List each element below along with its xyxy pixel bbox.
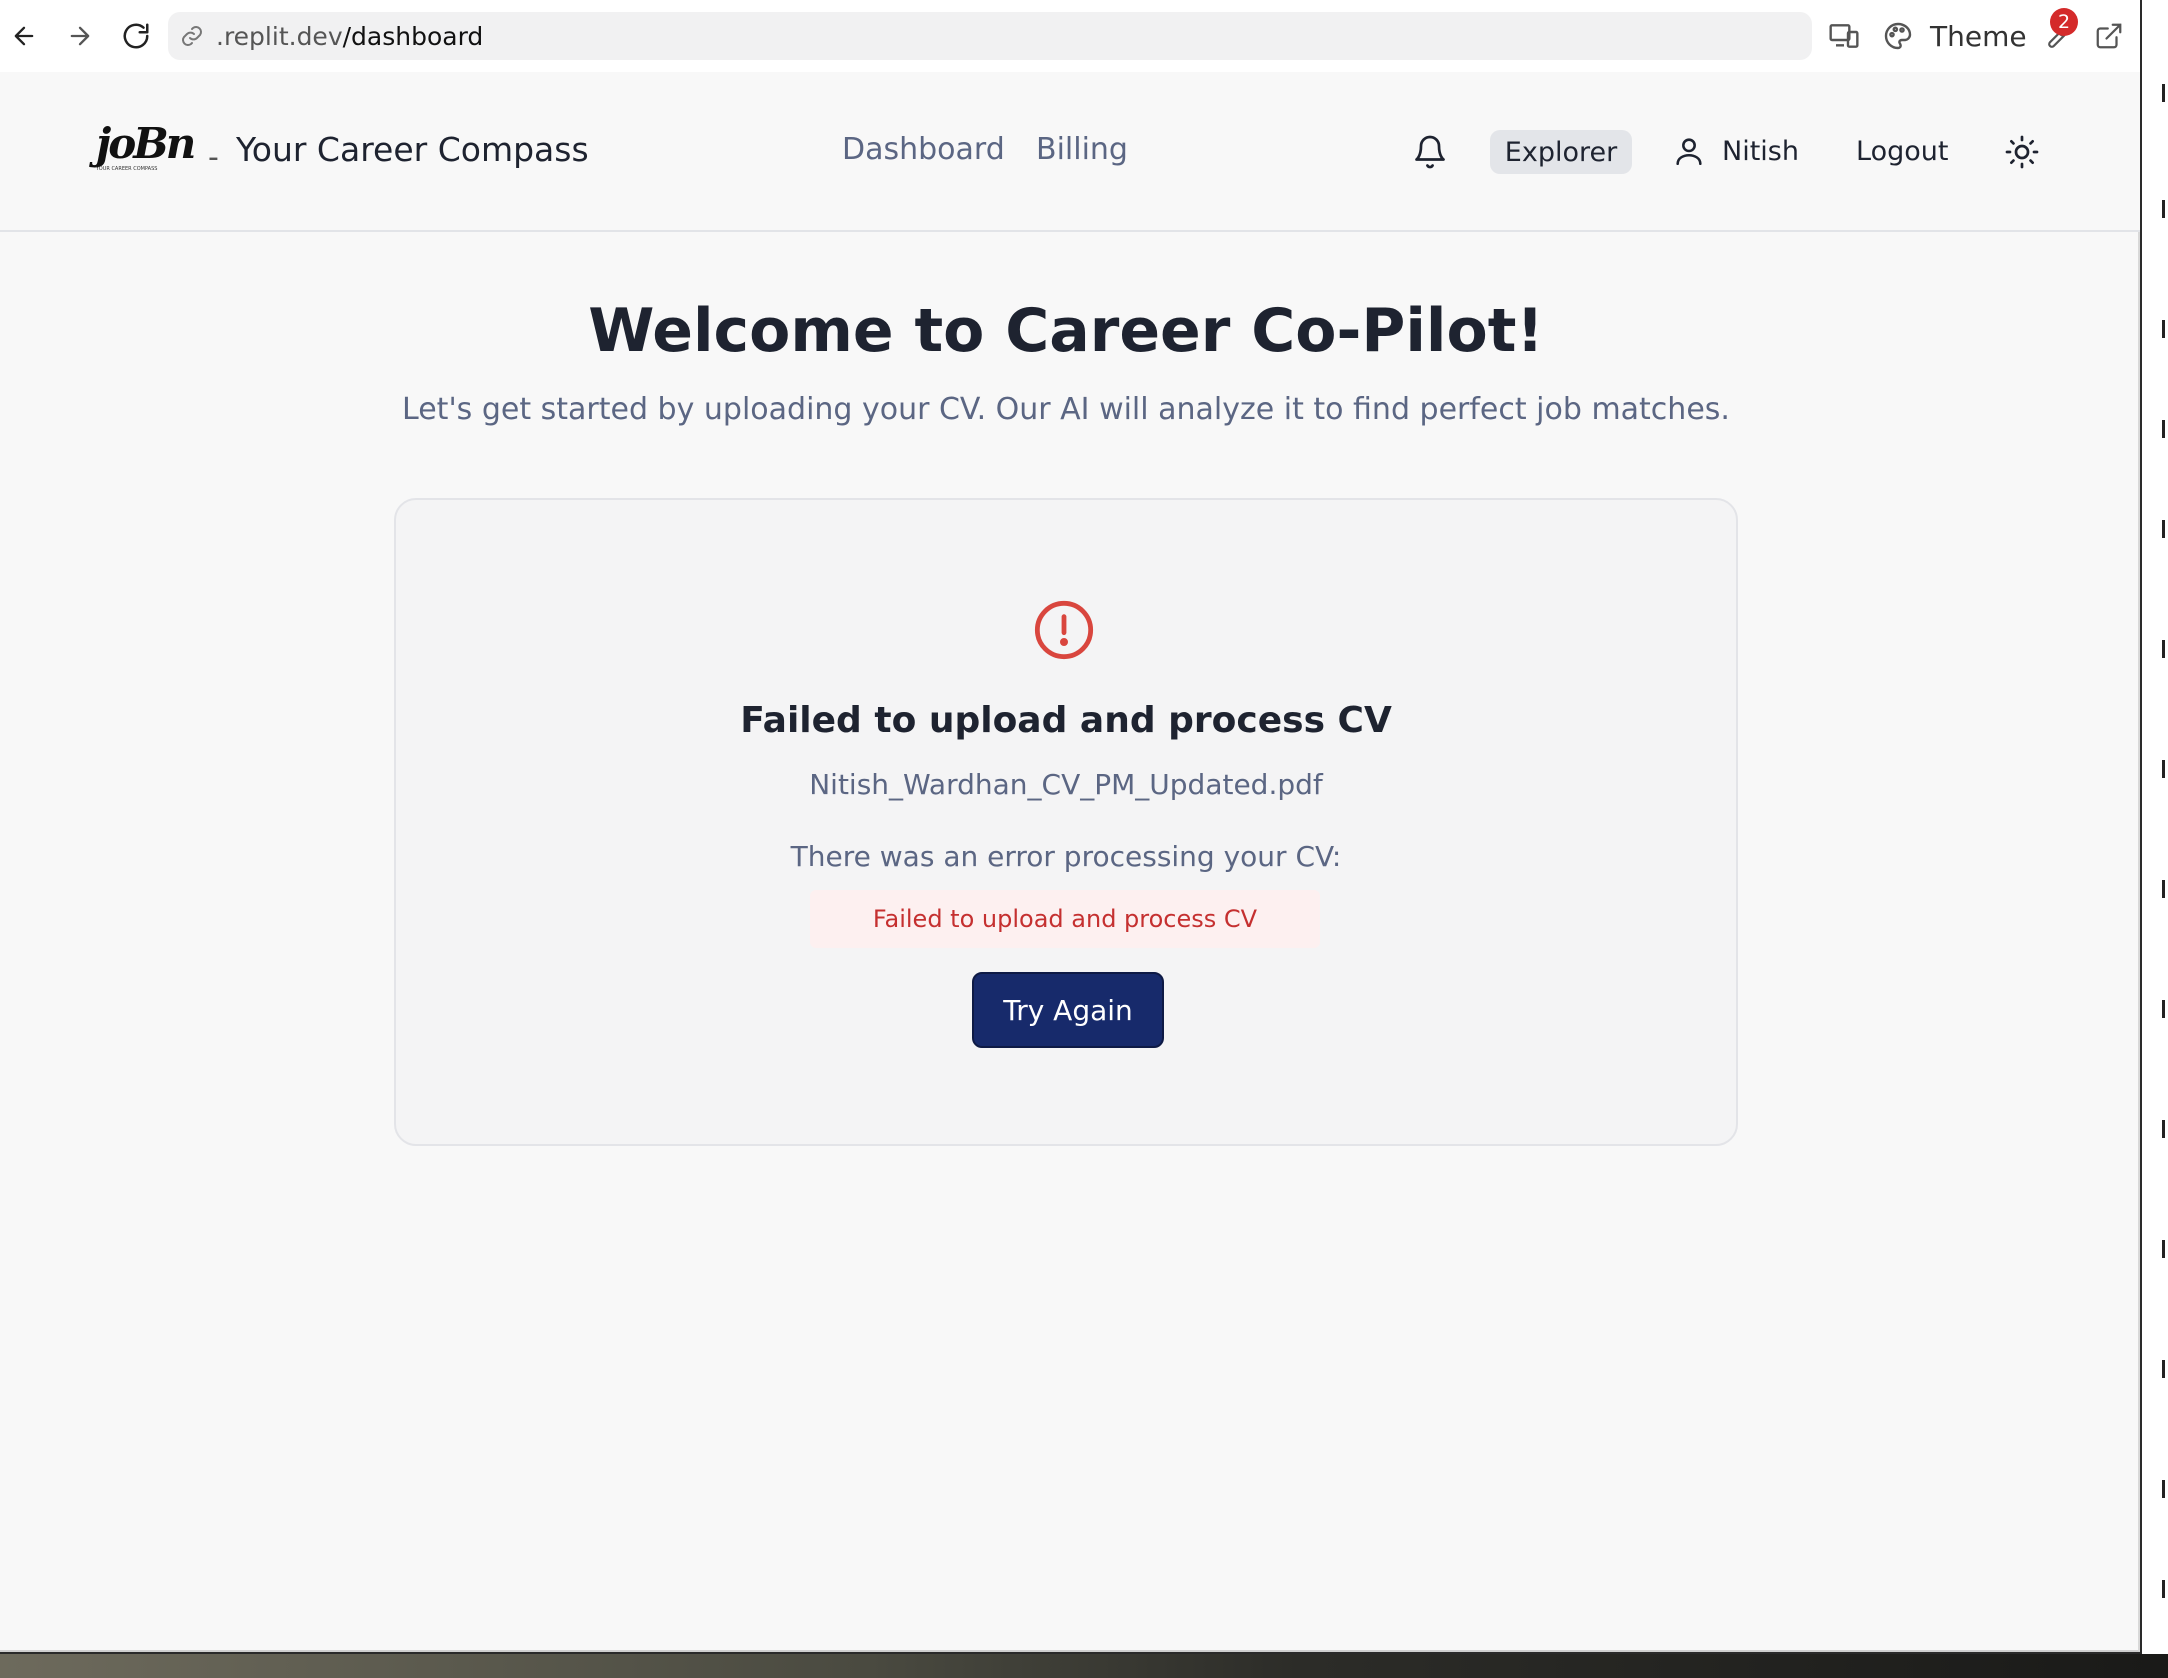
- page-subtitle: Let's get started by uploading your CV. …: [402, 392, 1730, 427]
- upload-error-title: Failed to upload and process CV: [740, 700, 1392, 741]
- try-again-button[interactable]: Try Again: [972, 972, 1164, 1048]
- url-path: /dashboard: [342, 21, 484, 51]
- sun-icon: [2005, 135, 2039, 169]
- arrow-right-icon: [70, 26, 90, 46]
- bell-icon: [1415, 135, 1445, 169]
- nav-dashboard-link[interactable]: Dashboard: [842, 132, 1005, 167]
- external-link-icon: [2096, 23, 2122, 49]
- notification-count-badge: 2: [2050, 8, 2078, 36]
- brand-title: Your Career Compass: [236, 130, 589, 169]
- devices-button[interactable]: [1828, 12, 1860, 60]
- app-header: joBn YOUR CAREER COMPASS - Your Career C…: [0, 72, 2140, 232]
- reload-button[interactable]: [114, 14, 158, 58]
- alert-circle-icon: [1032, 598, 1096, 666]
- address-bar[interactable]: .replit.dev/dashboard: [168, 12, 1812, 60]
- page-title: Welcome to Career Co-Pilot!: [588, 296, 1544, 366]
- plan-badge-explorer[interactable]: Explorer: [1490, 130, 1632, 174]
- palette-icon: [1884, 22, 1912, 50]
- forward-button[interactable]: [58, 14, 102, 58]
- adjacent-window-edge: [2142, 0, 2168, 1678]
- theme-toggle-button[interactable]: [2004, 134, 2040, 174]
- logo[interactable]: joBn YOUR CAREER COMPASS: [96, 119, 196, 174]
- arrow-left-icon: [14, 26, 34, 46]
- uploaded-file-name: Nitish_Wardhan_CV_PM_Updated.pdf: [809, 768, 1323, 801]
- browser-toolbar: .replit.dev/dashboard Theme 2: [0, 0, 2140, 72]
- back-button[interactable]: [2, 14, 46, 58]
- user-icon: [1672, 134, 1706, 172]
- theme-label: Theme: [1930, 19, 2027, 53]
- logo-text: joBn: [96, 119, 196, 168]
- open-new-tab-button[interactable]: [2094, 12, 2124, 60]
- devices-icon: [1829, 24, 1859, 48]
- link-icon: [180, 24, 204, 54]
- reload-icon: [123, 23, 149, 49]
- desktop-background-strip: [0, 1654, 2168, 1678]
- error-message-box: Failed to upload and process CV: [810, 890, 1320, 948]
- notifications-button[interactable]: [1412, 134, 1448, 174]
- logout-button[interactable]: Logout: [1856, 136, 1948, 167]
- browser-window: .replit.dev/dashboard Theme 2 joBn YOUR …: [0, 0, 2140, 1652]
- nav-billing-link[interactable]: Billing: [1036, 132, 1128, 167]
- user-name-button[interactable]: Nitish: [1722, 136, 1799, 167]
- url-domain: .replit.dev: [216, 21, 343, 51]
- error-intro-text: There was an error processing your CV:: [790, 840, 1342, 873]
- logo-tagline: YOUR CAREER COMPASS: [96, 166, 158, 172]
- brand-separator: -: [208, 140, 219, 175]
- upload-status-card: Failed to upload and process CV Nitish_W…: [394, 498, 1738, 1146]
- theme-button[interactable]: Theme: [1882, 12, 2027, 60]
